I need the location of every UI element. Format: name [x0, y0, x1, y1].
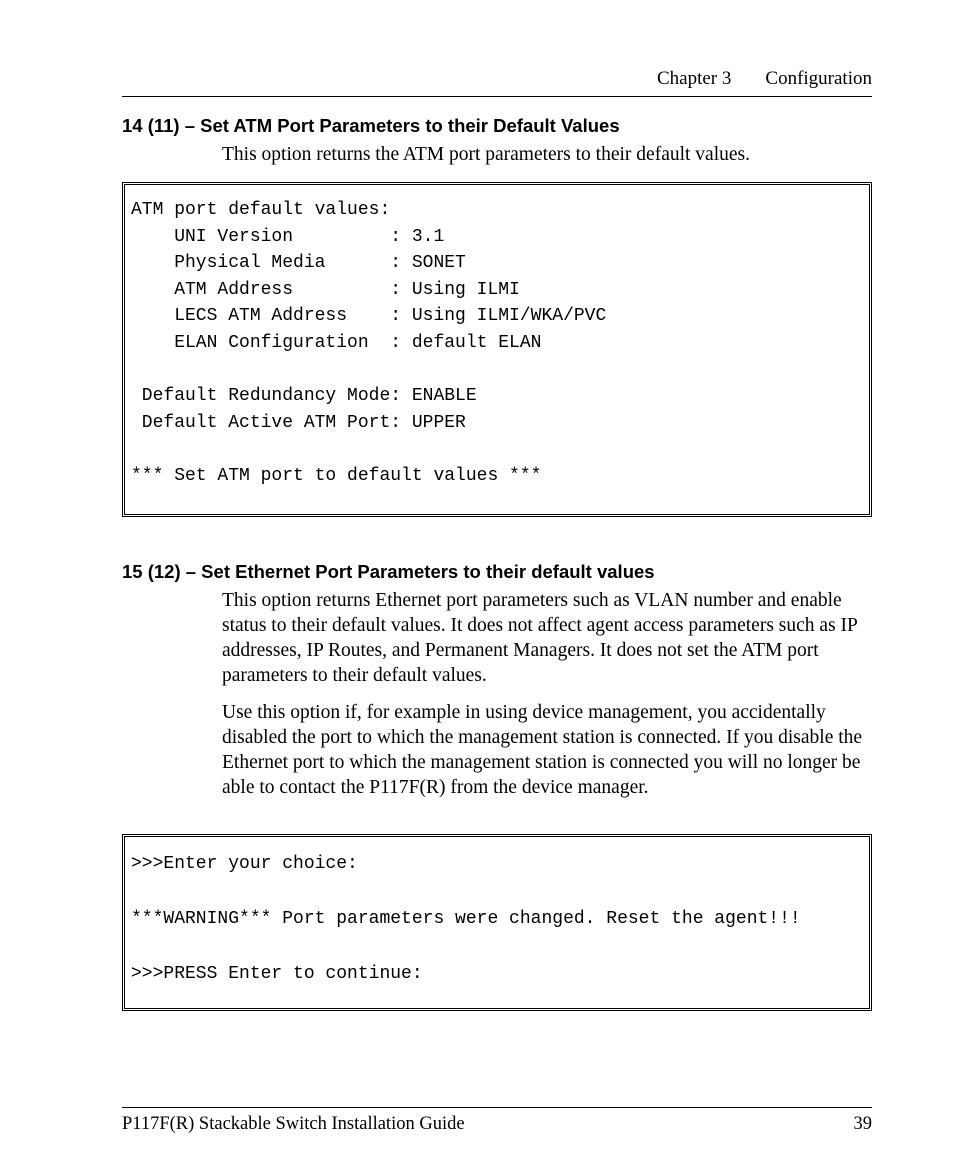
footer-page-number: 39 — [854, 1114, 873, 1135]
header-title: Configuration — [765, 68, 872, 90]
section-14-heading: 14 (11) – Set ATM Port Parameters to the… — [122, 115, 872, 137]
section-15-body-2: Use this option if, for example in using… — [222, 701, 872, 801]
section-15-heading: 15 (12) – Set Ethernet Port Parameters t… — [122, 561, 872, 583]
section-14-body: This option returns the ATM port paramet… — [222, 143, 872, 168]
ethernet-reset-box: >>>Enter your choice: ***WARNING*** Port… — [122, 834, 872, 1011]
footer-guide-title: P117F(R) Stackable Switch Installation G… — [122, 1114, 465, 1135]
page-footer: P117F(R) Stackable Switch Installation G… — [122, 1107, 872, 1135]
page-header: Chapter 3 Configuration — [122, 68, 872, 97]
section-15-body-1: This option returns Ethernet port parame… — [222, 589, 872, 689]
header-chapter: Chapter 3 — [657, 68, 731, 90]
atm-default-values-box: ATM port default values: UNI Version : 3… — [122, 182, 872, 517]
